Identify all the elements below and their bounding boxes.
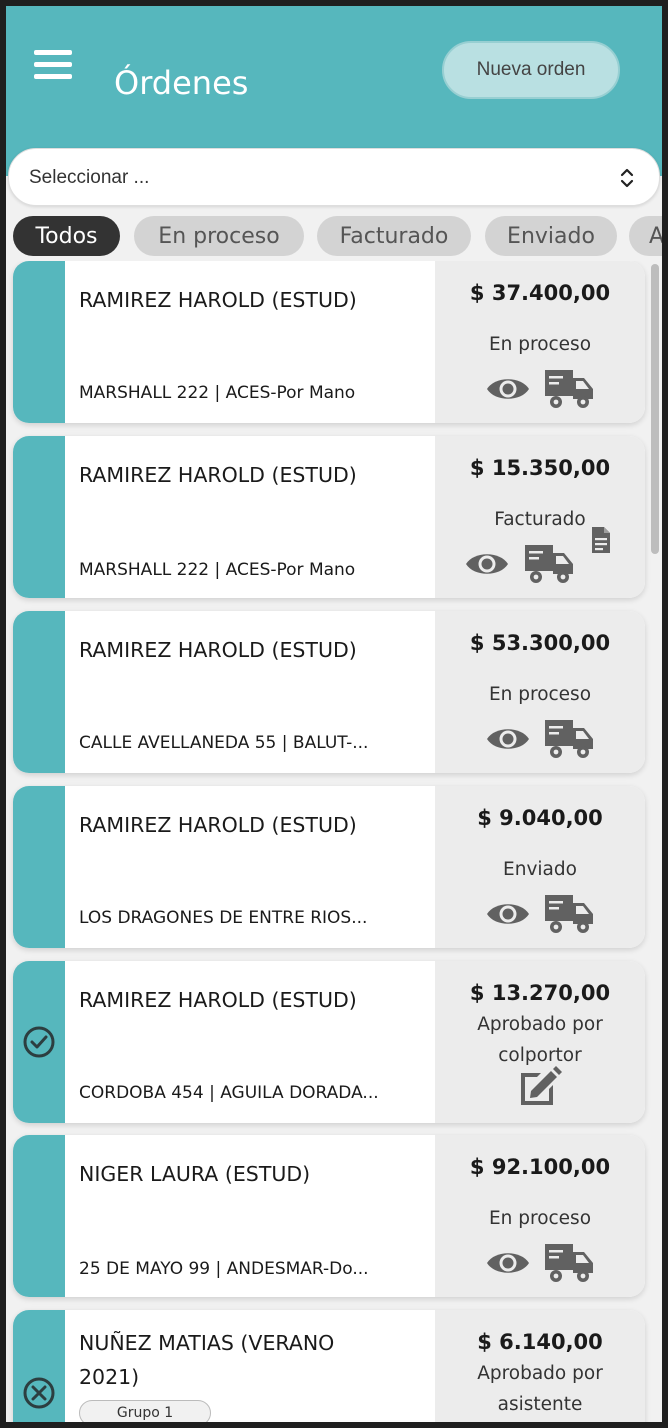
order-status: Facturado — [494, 509, 586, 530]
eye-icon[interactable] — [485, 1247, 531, 1279]
truck-icon[interactable] — [543, 1242, 595, 1284]
order-card[interactable]: RAMIREZ HAROLD (ESTUD) MARSHALL 222 | AC… — [13, 436, 645, 598]
order-actions — [435, 1241, 645, 1285]
new-order-button[interactable]: Nueva orden — [442, 41, 620, 99]
order-status: En proceso — [488, 684, 592, 705]
order-address: CALLE AVELLANEDA 55 | BALUT-... — [79, 733, 369, 753]
order-card-strip — [13, 261, 65, 423]
chevron-up-down-icon — [620, 168, 634, 188]
order-card-strip — [13, 1310, 65, 1422]
order-card-strip — [13, 436, 65, 598]
order-actions — [435, 1065, 645, 1111]
filter-chip-todos[interactable]: Todos — [13, 216, 120, 256]
cancel-circle-icon — [23, 1377, 55, 1409]
order-card-strip — [13, 786, 65, 948]
group-badge: Grupo 1 — [79, 1400, 211, 1422]
order-amount: $ 15.350,00 — [469, 456, 611, 480]
order-amount: $ 13.270,00 — [469, 981, 611, 1005]
order-summary-panel: $ 92.100,00 En proceso — [435, 1135, 645, 1297]
status-filter-bar: Todos En proceso Facturado Enviado A — [6, 216, 662, 258]
order-client-name: RAMIREZ HAROLD (ESTUD) — [79, 988, 357, 1012]
truck-icon[interactable] — [523, 543, 575, 585]
order-amount: $ 92.100,00 — [469, 1155, 611, 1179]
check-circle-icon — [23, 1026, 55, 1058]
order-card[interactable]: RAMIREZ HAROLD (ESTUD) LOS DRAGONES DE E… — [13, 786, 645, 948]
order-client-name: RAMIREZ HAROLD (ESTUD) — [79, 638, 357, 662]
eye-icon[interactable] — [485, 373, 531, 405]
filter-chip-facturado[interactable]: Facturado — [317, 216, 471, 256]
order-actions — [435, 527, 645, 586]
hamburger-menu-icon[interactable] — [34, 50, 72, 84]
order-client-name: NUÑEZ MATIAS (VERANO 2021) — [79, 1331, 335, 1389]
order-summary-panel: $ 15.350,00 Facturado — [435, 436, 645, 598]
order-card[interactable]: RAMIREZ HAROLD (ESTUD) MARSHALL 222 | AC… — [13, 261, 645, 423]
order-amount: $ 53.300,00 — [469, 631, 611, 655]
order-address: LOS DRAGONES DE ENTRE RIOS... — [79, 908, 368, 928]
order-card[interactable]: RAMIREZ HAROLD (ESTUD) CORDOBA 454 | AGU… — [13, 961, 645, 1123]
order-summary-panel: $ 13.270,00 Aprobado por colportor — [435, 961, 645, 1123]
order-card[interactable]: NIGER LAURA (ESTUD) 25 DE MAYO 99 | ANDE… — [13, 1135, 645, 1297]
order-status: Aprobado por asistente — [477, 1363, 603, 1415]
app-frame: Órdenes Nueva orden Seleccionar ... Todo… — [6, 6, 662, 1422]
filter-chip-enviado[interactable]: Enviado — [485, 216, 617, 256]
order-actions — [435, 367, 645, 411]
orders-list: RAMIREZ HAROLD (ESTUD) MARSHALL 222 | AC… — [6, 261, 662, 1422]
filter-chip-en-proceso[interactable]: En proceso — [134, 216, 304, 256]
truck-icon[interactable] — [543, 893, 595, 935]
filter-chip-more[interactable]: A — [629, 216, 662, 256]
order-actions — [435, 892, 645, 936]
order-card-strip — [13, 961, 65, 1123]
order-select-placeholder: Seleccionar ... — [29, 167, 150, 188]
order-client-name: RAMIREZ HAROLD (ESTUD) — [79, 463, 357, 487]
eye-icon[interactable] — [485, 723, 531, 755]
list-scrollbar[interactable] — [651, 264, 659, 554]
eye-icon[interactable] — [464, 548, 510, 580]
order-amount: $ 37.400,00 — [469, 281, 611, 305]
order-card[interactable]: RAMIREZ HAROLD (ESTUD) CALLE AVELLANEDA … — [13, 611, 645, 773]
order-card-strip — [13, 1135, 65, 1297]
order-status: Enviado — [503, 859, 577, 880]
order-client-name: RAMIREZ HAROLD (ESTUD) — [79, 288, 357, 312]
eye-icon[interactable] — [485, 898, 531, 930]
order-address: MARSHALL 222 | ACES-Por Mano — [79, 560, 356, 580]
order-client-name: NIGER LAURA (ESTUD) — [79, 1162, 311, 1186]
order-select[interactable]: Seleccionar ... — [8, 148, 660, 206]
truck-icon[interactable] — [543, 718, 595, 760]
order-client-name: RAMIREZ HAROLD (ESTUD) — [79, 813, 357, 837]
order-address: MARSHALL 222 | ACES-Por Mano — [79, 383, 356, 403]
order-status: Aprobado por colportor — [477, 1014, 603, 1066]
order-card-strip — [13, 611, 65, 773]
order-status: En proceso — [488, 334, 592, 355]
order-summary-panel: $ 6.140,00 Aprobado por asistente — [435, 1310, 645, 1422]
truck-icon[interactable] — [543, 368, 595, 410]
order-address: CORDOBA 454 | AGUILA DORADA... — [79, 1083, 379, 1103]
order-summary-panel: $ 53.300,00 En proceso — [435, 611, 645, 773]
page-title: Órdenes — [114, 64, 249, 102]
order-summary-panel: $ 37.400,00 En proceso — [435, 261, 645, 423]
edit-icon[interactable] — [517, 1065, 563, 1107]
order-actions — [435, 717, 645, 761]
order-address: 25 DE MAYO 99 | ANDESMAR-Do... — [79, 1259, 369, 1279]
order-card[interactable]: NUÑEZ MATIAS (VERANO 2021) Grupo 1 $ 6.1… — [13, 1310, 645, 1422]
order-status: En proceso — [488, 1208, 592, 1229]
document-icon[interactable] — [590, 526, 612, 554]
order-summary-panel: $ 9.040,00 Enviado — [435, 786, 645, 948]
order-amount: $ 9.040,00 — [477, 806, 603, 830]
order-amount: $ 6.140,00 — [477, 1330, 603, 1354]
